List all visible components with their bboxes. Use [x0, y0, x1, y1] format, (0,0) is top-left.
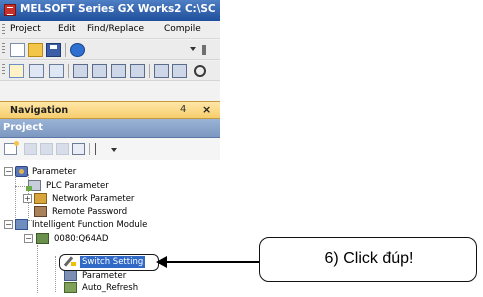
tree-item-label: Network Parameter — [52, 194, 135, 204]
paste-data-icon[interactable] — [40, 143, 53, 155]
tree-item-parameter[interactable]: − Parameter — [0, 166, 220, 178]
tree-item-module-parameter[interactable]: Parameter — [0, 270, 220, 282]
chevron-down-icon[interactable] — [111, 148, 117, 152]
gx-works2-window: MELSOFT Series GX Works2 C:\SC Project E… — [0, 0, 220, 297]
delete-data-icon[interactable] — [56, 143, 69, 155]
collapse-icon[interactable]: − — [4, 167, 13, 176]
remote-password-icon — [34, 206, 47, 217]
watch-icon[interactable] — [172, 64, 187, 78]
auto-refresh-icon — [64, 282, 77, 293]
tree-item-q64ad-module[interactable]: − 0080:Q64AD — [0, 233, 220, 245]
menubar-grip-icon[interactable] — [2, 24, 5, 36]
device-view-icon[interactable] — [154, 64, 169, 78]
window-view-icon[interactable] — [49, 64, 64, 78]
arrow-left-icon — [156, 256, 167, 268]
menu-edit-label: Edit — [58, 24, 76, 34]
tree-item-label: Parameter — [82, 271, 127, 281]
device-register-icon[interactable] — [130, 64, 145, 78]
module-view-icon[interactable] — [29, 64, 44, 78]
module-icon — [36, 233, 49, 244]
parameter-icon — [15, 166, 28, 177]
chevron-down-icon[interactable] — [190, 47, 196, 51]
navigation-panel-header: Navigation 4 × — [0, 101, 220, 119]
tree-item-auto-refresh[interactable]: Auto_Refresh — [0, 282, 220, 294]
toolbar-grip-icon[interactable] — [2, 43, 5, 55]
instruction-text: 6) Click đúp! — [324, 250, 414, 267]
tree-view-icon[interactable] — [95, 143, 108, 155]
collapse-icon[interactable]: − — [24, 234, 33, 243]
intelligent-function-module-icon — [15, 219, 28, 230]
device-batch-icon[interactable] — [73, 64, 88, 78]
program-toolbar — [0, 61, 220, 81]
project-tree: − Parameter PLC Parameter + Network Para… — [0, 160, 220, 297]
project-header-label: Project — [3, 122, 44, 133]
properties-icon[interactable] — [72, 143, 85, 155]
device-test-icon[interactable] — [111, 64, 126, 78]
tree-item-plc-parameter[interactable]: PLC Parameter — [0, 180, 220, 192]
help-icon[interactable] — [70, 43, 85, 57]
plc-parameter-icon — [26, 180, 41, 191]
tree-item-label: 0080:Q64AD — [54, 234, 109, 244]
tree-item-network-parameter[interactable]: + Network Parameter — [0, 193, 220, 205]
tree-item-label: Intelligent Function Module — [32, 220, 148, 230]
device-monitor-icon[interactable] — [92, 64, 107, 78]
tree-item-label: Remote Password — [52, 207, 128, 217]
menu-bar: Project Edit Find/Replace Compile — [0, 21, 220, 39]
collapse-icon[interactable]: − — [4, 220, 13, 229]
toolbar-separator — [149, 64, 150, 78]
menu-project-label: Project — [10, 24, 41, 34]
project-view-icon[interactable] — [9, 64, 24, 78]
menu-edit[interactable]: Edit — [58, 24, 75, 34]
menu-find-replace-label: Find/Replace — [87, 24, 145, 34]
toolbar-overflow-icon[interactable] — [202, 45, 206, 55]
tree-item-label: Auto_Refresh — [82, 283, 139, 293]
project-toolbar — [0, 138, 220, 160]
callout-pointer-line — [160, 261, 259, 263]
close-icon[interactable]: × — [202, 103, 211, 116]
toolbar-grip-icon[interactable] — [2, 64, 5, 76]
standard-toolbar — [0, 40, 220, 60]
open-project-icon[interactable] — [28, 43, 43, 57]
navigation-title: Navigation — [10, 105, 69, 116]
tree-item-remote-password[interactable]: Remote Password — [0, 206, 220, 218]
new-project-icon[interactable] — [10, 43, 25, 57]
title-bar: MELSOFT Series GX Works2 C:\SC — [0, 0, 220, 21]
toolbar-separator — [89, 143, 90, 155]
new-data-icon[interactable] — [4, 141, 19, 155]
copy-data-icon[interactable] — [24, 143, 37, 155]
instruction-callout: 6) Click đúp! — [259, 237, 477, 282]
menu-compile-label: Compile — [164, 24, 201, 34]
menu-find-replace[interactable]: Find/Replace — [87, 24, 144, 34]
tree-item-label: Parameter — [32, 167, 77, 177]
toolbar-separator — [65, 43, 66, 57]
network-parameter-icon — [34, 193, 47, 204]
window-title: MELSOFT Series GX Works2 C:\SC — [20, 3, 216, 15]
tree-item-intelligent-function-module[interactable]: − Intelligent Function Module — [0, 219, 220, 231]
find-icon[interactable] — [192, 64, 207, 78]
toolbar-separator — [68, 64, 69, 78]
melsoft-app-icon — [4, 4, 16, 16]
module-parameter-icon — [64, 270, 77, 281]
pin-icon[interactable]: 4 — [180, 104, 186, 115]
switch-setting-highlight — [59, 254, 159, 271]
menu-compile[interactable]: Compile — [164, 24, 201, 34]
tree-item-label: PLC Parameter — [46, 181, 109, 191]
project-header[interactable]: Project — [0, 119, 220, 138]
expand-icon[interactable]: + — [23, 194, 32, 203]
menu-project[interactable]: Project — [10, 24, 41, 34]
save-project-icon[interactable] — [46, 43, 61, 57]
